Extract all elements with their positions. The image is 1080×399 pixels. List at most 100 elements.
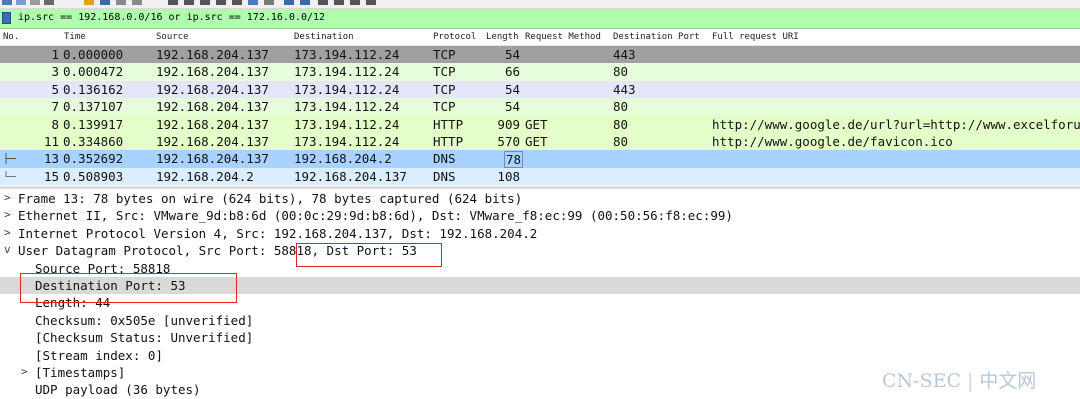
packet-destination-port: 443 <box>613 81 636 97</box>
next-packet-icon[interactable] <box>232 0 242 5</box>
packet-no: 7 <box>51 99 59 115</box>
last-icon[interactable] <box>132 0 142 5</box>
column-length[interactable]: Length <box>486 32 519 42</box>
tree-item-stream-index[interactable]: [Stream index: 0] <box>0 347 1080 364</box>
expand-arrow-icon[interactable]: > <box>4 208 11 221</box>
tree-item-ipv4[interactable]: > Internet Protocol Version 4, Src: 192.… <box>0 225 1080 242</box>
column-request-method[interactable]: Request Method <box>525 32 601 42</box>
packet-protocol: TCP <box>433 99 456 115</box>
watermark-divider: | <box>967 370 974 392</box>
packet-method: GET <box>525 133 548 149</box>
watermark-left: CN-SEC <box>882 370 962 392</box>
request-relation-icon <box>5 153 16 165</box>
tree-item-ethernet[interactable]: > Ethernet II, Src: VMware_9d:b8:6d (00:… <box>0 207 1080 224</box>
autoscroll-icon[interactable] <box>248 0 258 5</box>
pane-splitter[interactable] <box>0 186 1080 189</box>
packet-time: 0.508903 <box>63 168 124 184</box>
packet-length: 54 <box>504 99 520 115</box>
packet-protocol: DNS <box>433 168 456 184</box>
packet-time: 0.000000 <box>63 47 124 62</box>
jump-icon[interactable] <box>200 0 210 5</box>
packet-destination: 192.168.204.2 <box>294 151 392 167</box>
forward-icon[interactable] <box>184 0 194 5</box>
packet-destination-port: 80 <box>613 99 629 115</box>
save-icon[interactable] <box>16 0 26 5</box>
resize-columns-icon[interactable] <box>334 0 344 5</box>
packet-row[interactable]: 15 0.508903 192.168.204.2 192.168.204.13… <box>0 167 1080 186</box>
bookmark-icon[interactable] <box>2 12 11 24</box>
packet-length: 570 <box>497 133 520 149</box>
expand-arrow-icon[interactable]: > <box>4 191 11 204</box>
collapse-arrow-icon[interactable]: v <box>4 243 11 256</box>
packet-row[interactable]: 3 0.000472 192.168.204.137 173.194.112.2… <box>0 63 1080 81</box>
go-to-icon[interactable] <box>100 0 110 5</box>
packet-row[interactable]: 11 0.334860 192.168.204.137 173.194.112.… <box>0 132 1080 151</box>
packet-length: 108 <box>497 168 520 184</box>
column-destination[interactable]: Destination <box>294 32 354 42</box>
display-filter-bar[interactable]: ip.src == 192.168.0.0/16 or ip.src == 17… <box>0 9 1080 29</box>
packet-source: 192.168.204.137 <box>156 47 269 62</box>
packet-length: 78 <box>503 151 523 169</box>
column-source[interactable]: Source <box>156 32 189 42</box>
packet-length: 54 <box>504 81 520 97</box>
packet-row[interactable]: 1 0.000000 192.168.204.137 173.194.112.2… <box>0 46 1080 64</box>
tree-item-checksum[interactable]: Checksum: 0x505e [unverified] <box>0 312 1080 329</box>
packet-row-selected[interactable]: 13 0.352692 192.168.204.137 192.168.204.… <box>0 150 1080 169</box>
packet-no: 3 <box>51 64 59 80</box>
column-protocol[interactable]: Protocol <box>433 32 476 42</box>
destination-port-highlight-box <box>20 273 237 303</box>
column-no[interactable]: No. <box>3 32 19 42</box>
packet-uri: http://www.google.de/url?url=http://www.… <box>712 116 1080 132</box>
display-filter-input[interactable]: ip.src == 192.168.0.0/16 or ip.src == 17… <box>18 12 325 23</box>
column-destination-port[interactable]: Destination Port <box>613 32 700 42</box>
packet-no: 11 <box>43 133 59 149</box>
expand-arrow-icon[interactable]: > <box>4 226 11 239</box>
packet-list: 1 0.000000 192.168.204.137 173.194.112.2… <box>0 46 1080 186</box>
dst-port-highlight-box <box>296 243 442 267</box>
packet-destination: 173.194.112.24 <box>294 116 400 132</box>
response-relation-icon <box>5 170 16 177</box>
tree-item-label: Ethernet II, Src: VMware_9d:b8:6d (00:0c… <box>18 208 733 224</box>
zoom-out-icon[interactable] <box>300 0 310 5</box>
tree-item-udp[interactable]: v User Datagram Protocol, Src Port: 5881… <box>0 242 1080 259</box>
packet-time: 0.139917 <box>63 116 124 132</box>
packet-destination-port: 443 <box>613 47 636 62</box>
colorize-icon[interactable] <box>264 0 274 5</box>
packet-protocol: TCP <box>433 64 456 80</box>
expand-all-icon[interactable] <box>366 0 376 5</box>
zoom-in-icon[interactable] <box>284 0 294 5</box>
packet-method: GET <box>525 116 548 132</box>
tree-item-frame[interactable]: > Frame 13: 78 bytes on wire (624 bits),… <box>0 190 1080 207</box>
close-icon[interactable] <box>30 0 40 5</box>
packet-list-header: No. Time Source Destination Protocol Len… <box>0 31 1080 46</box>
packet-row[interactable]: 8 0.139917 192.168.204.137 173.194.112.2… <box>0 115 1080 133</box>
packet-row[interactable]: 7 0.137107 192.168.204.137 173.194.112.2… <box>0 98 1080 116</box>
packet-destination-port: 80 <box>613 116 629 132</box>
previous-packet-icon[interactable] <box>216 0 226 5</box>
packet-row[interactable]: 5 0.136162 192.168.204.137 173.194.112.2… <box>0 80 1080 99</box>
reload-icon[interactable] <box>44 0 54 5</box>
open-icon[interactable] <box>2 0 12 5</box>
packet-uri: http://www.google.de/favicon.ico <box>712 133 953 149</box>
search-icon[interactable] <box>350 0 360 5</box>
tree-item-label: UDP payload (36 bytes) <box>35 382 201 398</box>
expand-arrow-icon[interactable]: > <box>21 365 28 378</box>
back-icon[interactable] <box>168 0 178 5</box>
find-icon[interactable] <box>84 0 94 5</box>
tree-item-checksum-status[interactable]: [Checksum Status: Unverified] <box>0 329 1080 346</box>
zoom-reset-icon[interactable] <box>318 0 328 5</box>
first-icon[interactable] <box>116 0 126 5</box>
packet-no: 15 <box>43 168 59 184</box>
column-full-request-uri[interactable]: Full request URI <box>712 32 799 42</box>
packet-source: 192.168.204.137 <box>156 116 269 132</box>
packet-destination-port: 80 <box>613 133 629 149</box>
packet-protocol: TCP <box>433 81 456 97</box>
packet-destination: 173.194.112.24 <box>294 81 400 97</box>
packet-destination-port: 80 <box>613 64 629 80</box>
packet-source: 192.168.204.137 <box>156 151 269 167</box>
tree-item-label: [Checksum Status: Unverified] <box>35 330 254 346</box>
tree-item-label: Checksum: 0x505e [unverified] <box>35 312 254 328</box>
column-time[interactable]: Time <box>64 32 86 42</box>
watermark: CN-SEC | 中文网 <box>882 366 1036 393</box>
packet-protocol: TCP <box>433 47 456 62</box>
